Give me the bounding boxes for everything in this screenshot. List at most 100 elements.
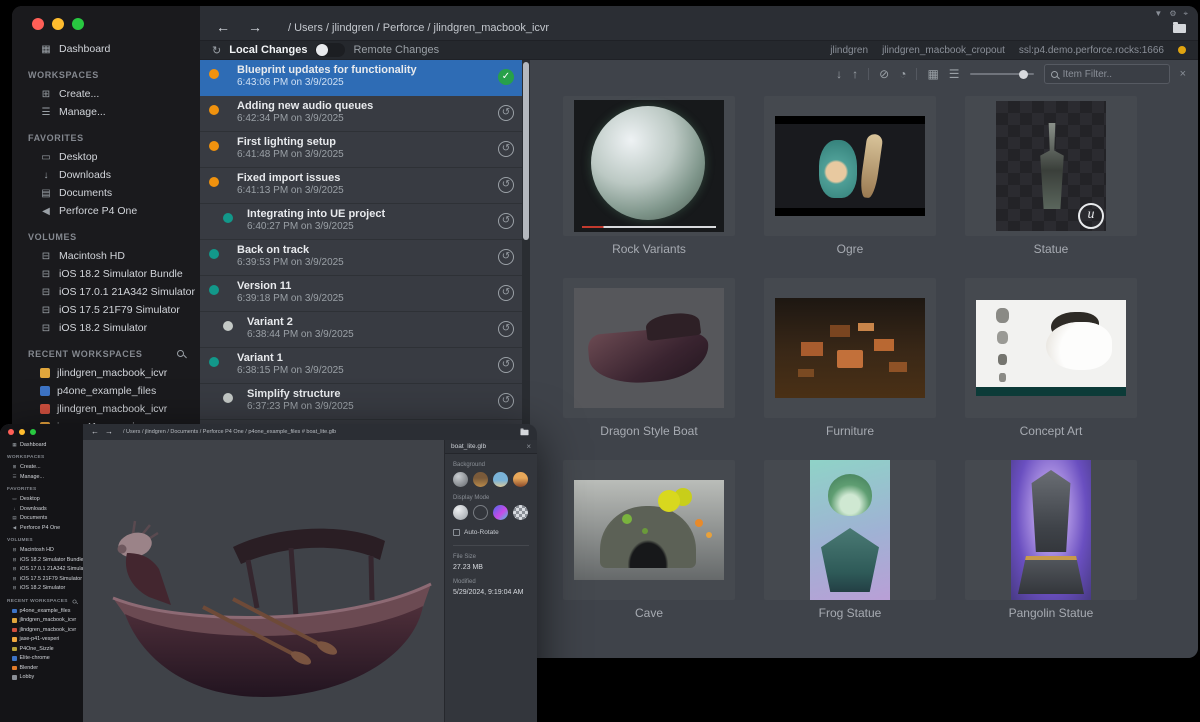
sidebar-item[interactable]: ↓ Downloads bbox=[0, 504, 83, 514]
history-icon[interactable]: ↺ bbox=[498, 177, 514, 193]
timeline-entry[interactable]: Variant 2 6:38:44 PM on 3/9/2025 ↺ bbox=[200, 312, 522, 348]
check-icon[interactable]: ✓ bbox=[498, 69, 514, 85]
close-button[interactable] bbox=[8, 429, 14, 435]
recent-workspace-item[interactable]: Lobby bbox=[0, 673, 83, 683]
auto-rotate-checkbox[interactable] bbox=[453, 529, 460, 536]
sidebar-item[interactable]: ⊟ iOS 18.2 Simulator bbox=[0, 584, 83, 594]
sidebar-item[interactable]: ▭ Desktop bbox=[12, 148, 200, 166]
sidebar-item[interactable]: ⊟ iOS 18.2 Simulator Bundle bbox=[12, 265, 200, 283]
sidebar-item[interactable]: ⊟ iOS 18.2 Simulator bbox=[12, 319, 200, 337]
breadcrumb[interactable]: / Users / jlindgren / Documents / Perfor… bbox=[123, 429, 336, 435]
search-icon[interactable] bbox=[177, 350, 184, 357]
minimize-button[interactable] bbox=[52, 18, 64, 30]
clear-filter-icon[interactable]: × bbox=[1180, 68, 1186, 80]
sidebar-item[interactable]: FAVORITES bbox=[12, 128, 200, 148]
sidebar-item[interactable]: VOLUMES bbox=[12, 227, 200, 247]
folder-icon[interactable] bbox=[520, 430, 528, 436]
sidebar-item[interactable]: FAVORITES bbox=[0, 485, 83, 495]
file-tab[interactable]: boat_lite.glb × bbox=[445, 440, 537, 454]
sidebar-item[interactable]: ⊞ Create... bbox=[12, 85, 200, 103]
asset-card[interactable]: Pangolin Statue bbox=[965, 460, 1137, 620]
sidebar-item[interactable]: ⊟ Macintosh HD bbox=[0, 546, 83, 556]
sidebar-item[interactable]: RECENT WORKSPACES bbox=[12, 344, 200, 364]
sidebar-item[interactable]: ☰ Manage... bbox=[0, 472, 83, 482]
viewer-canvas[interactable] bbox=[83, 440, 444, 722]
timeline-entry[interactable]: Back on track 6:39:53 PM on 3/9/2025 ↺ bbox=[200, 240, 522, 276]
asset-card[interactable]: Furniture bbox=[764, 278, 936, 438]
asset-tile[interactable] bbox=[563, 96, 735, 236]
timeline-entry[interactable]: Adding new audio queues 6:42:34 PM on 3/… bbox=[200, 96, 522, 132]
timeline-entry[interactable]: Version 11 6:39:18 PM on 3/9/2025 ↺ bbox=[200, 276, 522, 312]
timeline-entry[interactable]: Fixed import issues 6:41:13 PM on 3/9/20… bbox=[200, 168, 522, 204]
back-button[interactable]: ← bbox=[91, 428, 99, 436]
list-view-icon[interactable]: ☰ bbox=[949, 68, 960, 80]
display-mode-shaded[interactable] bbox=[453, 505, 468, 520]
timeline-entry[interactable]: Simplify structure 6:37:23 PM on 3/9/202… bbox=[200, 384, 522, 420]
background-swatch-neutral[interactable] bbox=[453, 472, 468, 487]
asset-tile[interactable] bbox=[965, 278, 1137, 418]
recent-workspace-item[interactable]: jlindgren_macbook_icvr bbox=[12, 364, 200, 382]
history-icon[interactable]: ↺ bbox=[498, 213, 514, 229]
sidebar-item[interactable]: VOLUMES bbox=[0, 536, 83, 546]
asset-card[interactable]: Ogre bbox=[764, 96, 936, 256]
asset-tile[interactable] bbox=[764, 460, 936, 600]
display-mode-uv[interactable] bbox=[513, 505, 528, 520]
sidebar-item[interactable]: ⊟ iOS 17.5 21F79 Simulator bbox=[12, 301, 200, 319]
background-swatch-beach[interactable] bbox=[493, 472, 508, 487]
grid-view-icon[interactable]: ▦ bbox=[927, 68, 938, 80]
asset-tile[interactable] bbox=[764, 278, 936, 418]
submit-icon[interactable]: ↑ bbox=[852, 68, 858, 80]
history-icon[interactable]: ↺ bbox=[498, 357, 514, 373]
background-swatch-room[interactable] bbox=[473, 472, 488, 487]
recent-workspace-item[interactable]: Elite-chrome bbox=[0, 654, 83, 664]
asset-card[interactable]: Cave bbox=[563, 460, 735, 620]
asset-card[interactable]: Rock Variants bbox=[563, 96, 735, 256]
search-icon[interactable] bbox=[73, 599, 77, 603]
sidebar-item[interactable]: ⊞ Create... bbox=[0, 463, 83, 473]
asset-tile[interactable] bbox=[563, 278, 735, 418]
sidebar-item[interactable]: ↓ Downloads bbox=[12, 166, 200, 184]
history-icon[interactable]: ↺ bbox=[498, 321, 514, 337]
thumbnail-size-slider[interactable] bbox=[970, 73, 1034, 75]
asset-tile[interactable] bbox=[965, 460, 1137, 600]
asset-card[interactable]: Concept Art bbox=[965, 278, 1137, 438]
asset-card[interactable]: Statue bbox=[965, 96, 1137, 256]
timeline-entry[interactable]: First lighting setup 6:41:48 PM on 3/9/2… bbox=[200, 132, 522, 168]
history-icon[interactable]: ↺ bbox=[498, 393, 514, 409]
slider-knob[interactable] bbox=[1019, 70, 1028, 79]
filter-icon[interactable]: ▼ bbox=[1154, 9, 1162, 19]
close-button[interactable] bbox=[32, 18, 44, 30]
timeline-entry[interactable]: Integrating into UE project 6:40:27 PM o… bbox=[200, 204, 522, 240]
sidebar-item[interactable]: ☰ Manage... bbox=[12, 103, 200, 121]
refresh-icon[interactable]: ↻ bbox=[212, 44, 221, 57]
sidebar-item[interactable]: ▦ Dashboard bbox=[0, 440, 83, 450]
recent-workspace-item[interactable]: jlindgren_macbook_icvr bbox=[0, 616, 83, 626]
minimize-button[interactable] bbox=[19, 429, 25, 435]
sidebar-item[interactable]: ▤ Documents bbox=[0, 514, 83, 524]
back-button[interactable]: ← bbox=[216, 20, 230, 34]
display-mode-wireframe[interactable] bbox=[473, 505, 488, 520]
asset-tile[interactable] bbox=[965, 96, 1137, 236]
sidebar-item[interactable]: ▤ Documents bbox=[12, 184, 200, 202]
sidebar-item[interactable]: WORKSPACES bbox=[0, 453, 83, 463]
recent-workspace-item[interactable]: jase-p41-vesperi bbox=[0, 635, 83, 645]
folder-icon[interactable] bbox=[1173, 24, 1186, 33]
pin-icon[interactable]: ⌖ bbox=[1183, 9, 1188, 19]
hide-icon[interactable]: ⊘ bbox=[879, 68, 889, 80]
sidebar-item[interactable]: ⊟ iOS 18.2 Simulator Bundle bbox=[0, 555, 83, 565]
item-filter-input[interactable] bbox=[1063, 69, 1163, 80]
history-icon[interactable]: ↺ bbox=[498, 285, 514, 301]
sidebar-item[interactable]: RECENT WORKSPACES bbox=[0, 596, 83, 606]
asset-tile[interactable] bbox=[764, 96, 936, 236]
recent-workspace-item[interactable]: Blender bbox=[0, 663, 83, 673]
breadcrumb[interactable]: / Users / jlindgren / Perforce / jlindgr… bbox=[288, 22, 549, 34]
recent-workspace-item[interactable]: p4one_example_files bbox=[12, 382, 200, 400]
timeline-entry[interactable]: Variant 1 6:38:15 PM on 3/9/2025 ↺ bbox=[200, 348, 522, 384]
recent-workspace-item[interactable]: P4One_Sizzle bbox=[0, 644, 83, 654]
scrollbar-thumb[interactable] bbox=[523, 62, 529, 240]
zoom-button[interactable] bbox=[72, 18, 84, 30]
changes-toggle[interactable] bbox=[315, 43, 345, 57]
get-latest-icon[interactable]: ↓ bbox=[836, 68, 842, 80]
sidebar-item[interactable]: ▭ Desktop bbox=[0, 495, 83, 505]
close-tab-icon[interactable]: × bbox=[526, 442, 531, 451]
